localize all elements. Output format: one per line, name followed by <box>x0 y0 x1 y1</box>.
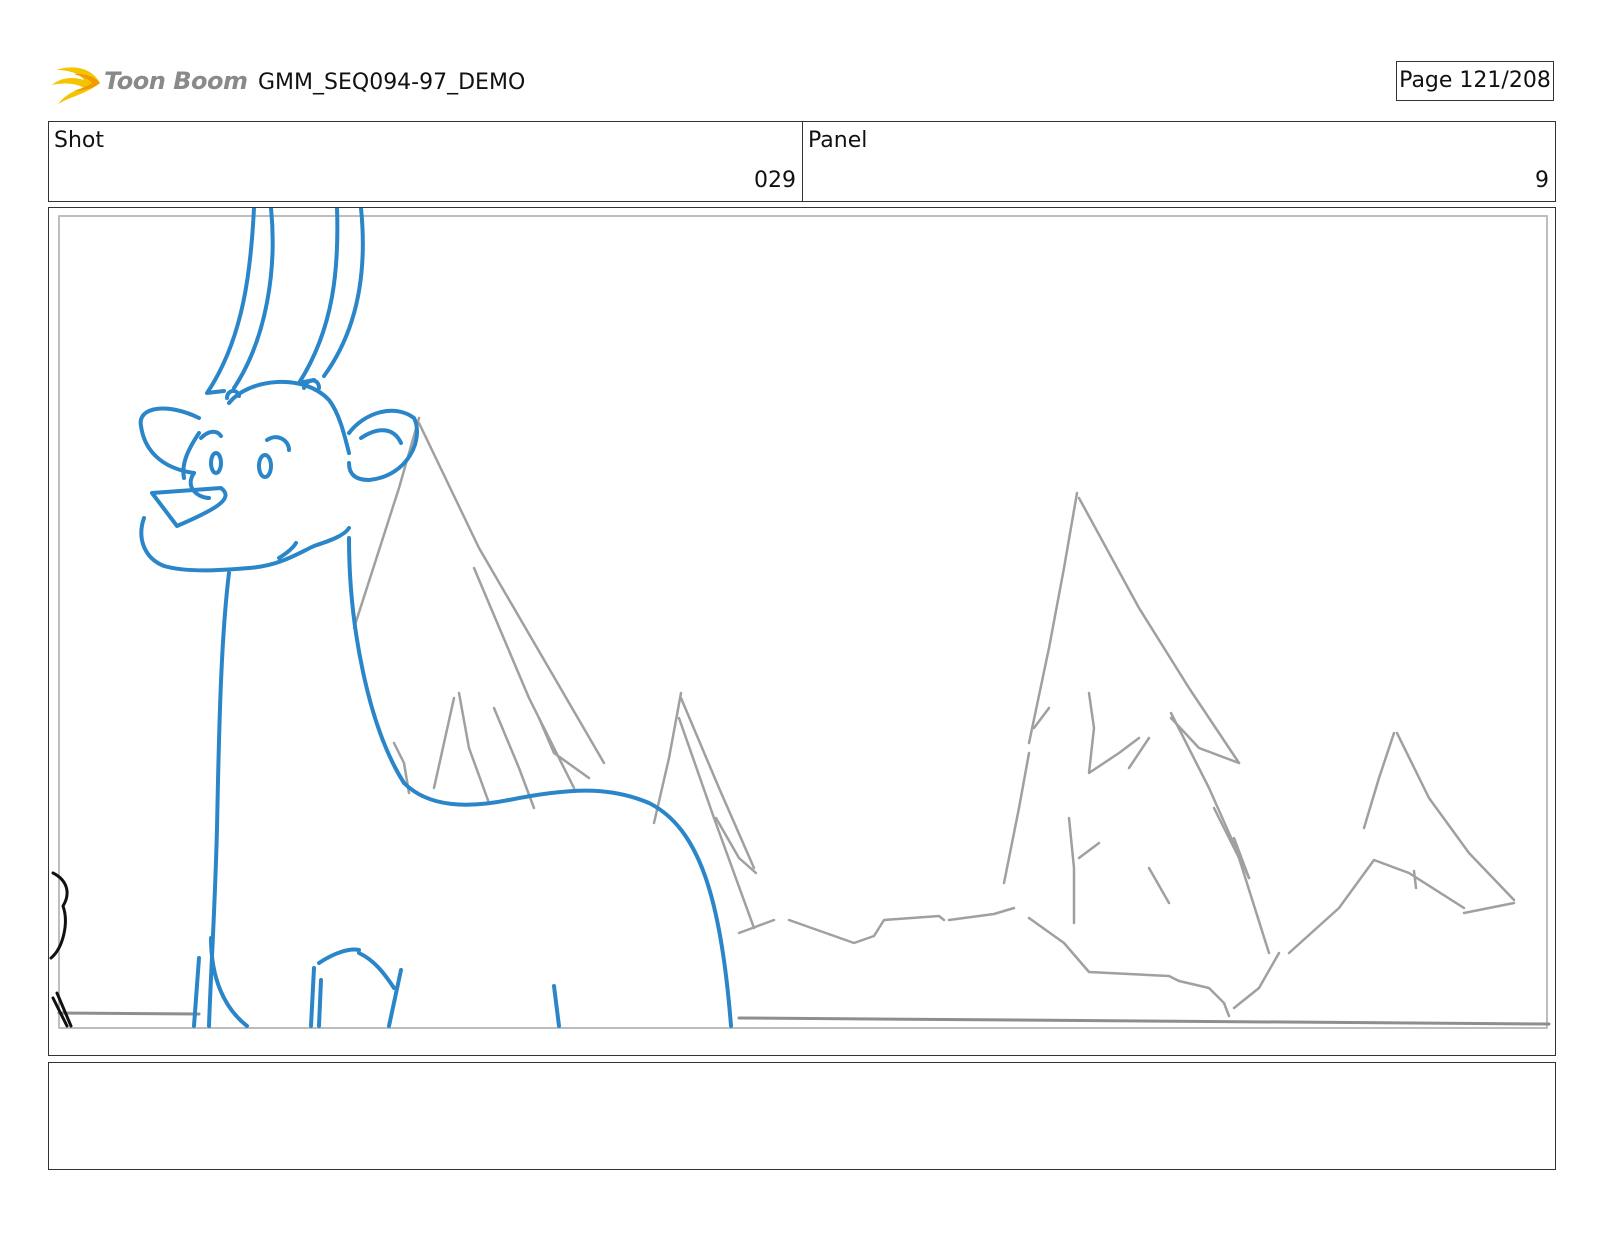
panel-number: 9 <box>1535 168 1549 193</box>
shot-cell: Shot 029 <box>49 122 803 201</box>
deer-character <box>138 208 733 1028</box>
shot-number: 029 <box>754 168 796 193</box>
ground-line <box>57 1011 1551 1026</box>
storyboard-panel <box>48 207 1556 1056</box>
offscreen-character <box>49 871 73 1028</box>
storyboard-drawing <box>49 208 1551 1029</box>
panel-notes <box>48 1062 1556 1170</box>
burst-logo-icon <box>52 67 100 104</box>
panel-cell: Panel 9 <box>803 122 1555 201</box>
shot-panel-info: Shot 029 Panel 9 <box>48 121 1556 202</box>
project-title: GMM_SEQ094-97_DEMO <box>258 70 526 95</box>
camera-frame <box>58 215 1548 1029</box>
page-number: Page 121/208 <box>1396 61 1554 101</box>
toon-boom-logo: Toon Boom <box>52 58 248 108</box>
logo-wordmark: Toon Boom <box>104 67 248 95</box>
shot-label: Shot <box>54 128 104 153</box>
panel-label: Panel <box>808 128 868 153</box>
background-mountains <box>352 416 1516 1018</box>
page-header: Toon Boom GMM_SEQ094-97_DEMO Page 121/20… <box>0 0 1600 120</box>
